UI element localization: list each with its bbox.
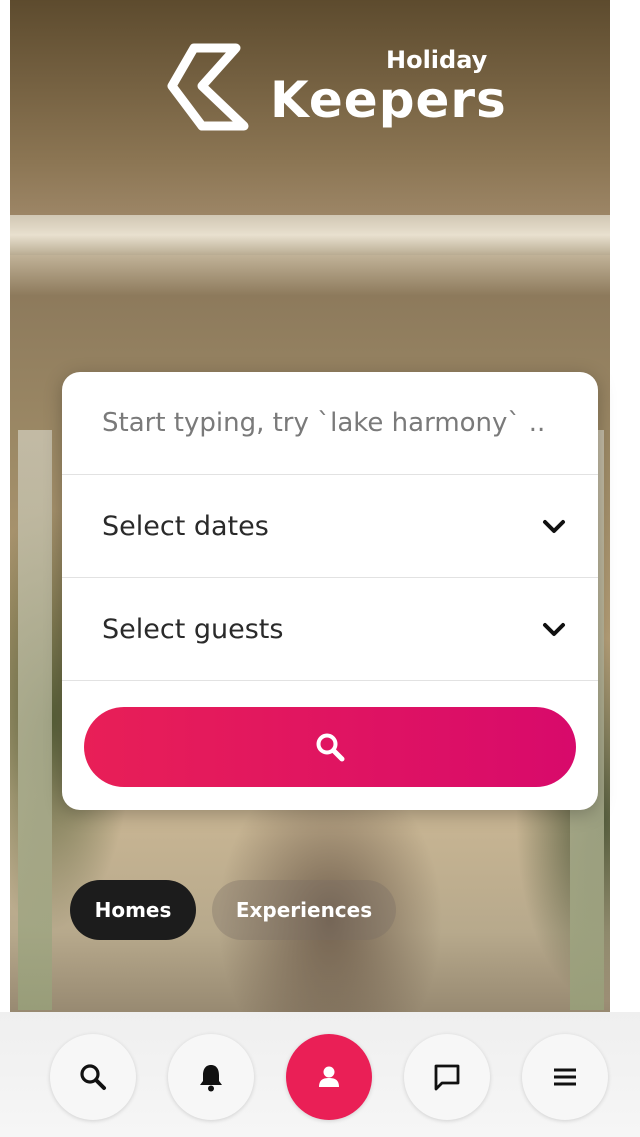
guests-select[interactable]: Select guests [62, 578, 598, 681]
dates-select[interactable]: Select dates [62, 475, 598, 578]
bell-icon [200, 1065, 222, 1092]
location-input[interactable]: Start typing, try `lake harmony` .. [62, 372, 598, 475]
tab-experiences[interactable]: Experiences [212, 880, 396, 940]
user-icon [319, 1066, 339, 1087]
guests-label: Select guests [102, 614, 284, 645]
brand-logo[interactable]: Holiday Keepers [166, 42, 506, 132]
chevron-down-icon [543, 520, 565, 533]
search-submit-button[interactable] [84, 707, 576, 787]
nav-profile-button[interactable] [286, 1034, 372, 1120]
nav-messages-button[interactable] [404, 1034, 490, 1120]
dates-label: Select dates [102, 511, 269, 542]
search-card: Start typing, try `lake harmony` .. Sele… [62, 372, 598, 810]
search-icon [316, 733, 345, 762]
screen: Holiday Keepers Start typing, try `lake … [0, 0, 640, 1137]
nav-menu-button[interactable] [522, 1034, 608, 1120]
nav-notifications-button[interactable] [168, 1034, 254, 1120]
chat-icon [434, 1064, 460, 1091]
search-icon [80, 1064, 106, 1090]
ceiling-light-strip [10, 215, 610, 255]
tab-homes[interactable]: Homes [70, 880, 196, 940]
window-pane-left [18, 430, 52, 1010]
menu-icon [554, 1068, 576, 1086]
nav-search-button[interactable] [50, 1034, 136, 1120]
chevron-down-icon [543, 623, 565, 636]
location-placeholder: Start typing, try `lake harmony` .. [102, 408, 546, 438]
logo-mark-icon [167, 43, 249, 131]
brand-name-line2: Keepers [270, 71, 507, 129]
